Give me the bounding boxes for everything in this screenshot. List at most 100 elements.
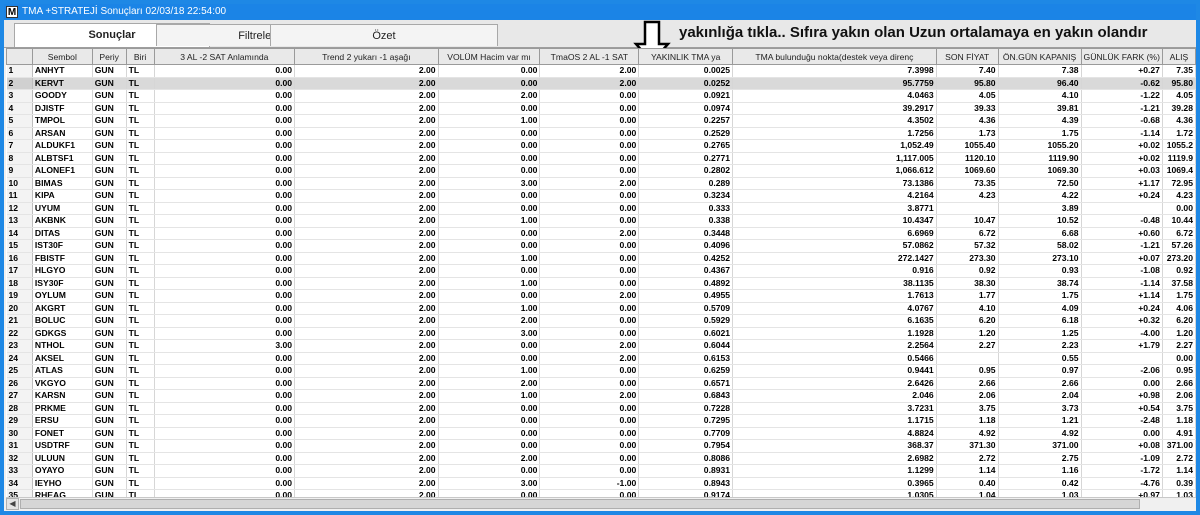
- table-row[interactable]: 5 TMPOL GUN TL 0.00 2.00 1.00 0.00 0.2257 4.3502 4…: [6, 114, 1196, 128]
- table-cell: 0.00: [154, 214, 296, 228]
- table-cell: 0.00: [539, 264, 640, 278]
- table-cell: TL: [126, 302, 155, 315]
- table-row[interactable]: 4 DJISTF GUN TL 0.00 2.00 0.00 0.00 0.0974 39.291…: [6, 102, 1196, 115]
- table-row[interactable]: 10 BIMAS GUN TL 0.00 2.00 3.00 2.00 0.289 73.1386…: [6, 177, 1196, 190]
- column-header[interactable]: VOLÜM Hacim var mı: [437, 48, 541, 65]
- table-cell: 0.00: [539, 439, 640, 453]
- table-cell: 10.4347: [732, 214, 937, 228]
- table-cell: 0.00: [154, 77, 296, 90]
- horizontal-scrollbar[interactable]: ◀: [6, 497, 1196, 510]
- column-header[interactable]: YAKINLIK TMA ya: [638, 48, 734, 65]
- table-cell: 1.00: [438, 277, 541, 290]
- column-header[interactable]: Periy: [91, 48, 127, 65]
- table-cell: ALONEF1: [32, 164, 93, 178]
- table-cell: 1.75: [998, 289, 1082, 303]
- table-cell: 0.00: [154, 489, 296, 497]
- table-cell: TL: [126, 364, 155, 378]
- table-cell: 0.00: [438, 102, 541, 115]
- table-cell: 0.7228: [638, 402, 734, 415]
- table-row[interactable]: 17 HLGYO GUN TL 0.00 2.00 0.00 0.00 0.4367 0.916 0…: [6, 264, 1196, 278]
- table-cell: TL: [126, 439, 155, 453]
- column-header[interactable]: Sembol: [31, 48, 93, 65]
- table-row[interactable]: 6 ARSAN GUN TL 0.00 2.00 0.00 0.00 0.2529 1.7256 1…: [6, 127, 1196, 140]
- scroll-left-icon[interactable]: ◀: [6, 498, 19, 510]
- table-row[interactable]: 27 KARSN GUN TL 0.00 2.00 1.00 2.00 0.6843 2.046 2…: [6, 389, 1196, 403]
- table-row[interactable]: 8 ALBTSF1 GUN TL 0.00 2.00 0.00 0.00 0.2771 1,117…: [6, 152, 1196, 165]
- table-row[interactable]: 1 ANHYT GUN TL 0.00 2.00 0.00 2.00 0.0025 7.3998 7…: [6, 64, 1196, 78]
- table-row[interactable]: 13 AKBNK GUN TL 0.00 2.00 1.00 0.00 0.338 10.4347…: [6, 214, 1196, 228]
- table-cell: 0.00: [154, 364, 296, 378]
- table-cell: 0.92: [936, 264, 999, 278]
- table-row[interactable]: 31 USDTRF GUN TL 0.00 2.00 0.00 0.00 0.7954 368.3…: [6, 439, 1196, 453]
- table-row[interactable]: 14 DITAS GUN TL 0.00 2.00 0.00 2.00 0.3448 6.6969…: [6, 227, 1196, 240]
- row-number: 22: [6, 327, 33, 340]
- table-row[interactable]: 9 ALONEF1 GUN TL 0.00 2.00 0.00 0.00 0.2802 1,066…: [6, 164, 1196, 178]
- table-row[interactable]: 21 BOLUC GUN TL 0.00 2.00 2.00 0.00 0.5929 6.1635…: [6, 314, 1196, 328]
- table-row[interactable]: 28 PRKME GUN TL 0.00 2.00 0.00 0.00 0.7228 3.7231…: [6, 402, 1196, 415]
- table-cell: 4.23: [936, 189, 999, 203]
- table-row[interactable]: 16 FBISTF GUN TL 0.00 2.00 1.00 0.00 0.4252 272.1…: [6, 252, 1196, 265]
- table-cell: 273.30: [936, 252, 999, 265]
- table-row[interactable]: 2 KERVT GUN TL 0.00 2.00 0.00 2.00 0.0252 95.7759…: [6, 77, 1196, 90]
- table-cell: 2.00: [294, 389, 439, 403]
- table-row[interactable]: 23 NTHOL GUN TL 3.00 2.00 0.00 2.00 0.6044 2.2564…: [6, 339, 1196, 353]
- row-number: 3: [6, 89, 33, 103]
- table-row[interactable]: 32 ULUUN GUN TL 0.00 2.00 2.00 0.00 0.8086 2.6982…: [6, 452, 1196, 465]
- table-row[interactable]: 24 AKSEL GUN TL 0.00 2.00 0.00 2.00 0.6153 0.5466…: [6, 352, 1196, 365]
- column-header[interactable]: TMA bulunduğu nokta(destek veya direnç: [732, 48, 937, 65]
- tab-ozet[interactable]: Özet: [270, 24, 498, 46]
- table-cell: TL: [126, 64, 155, 78]
- table-row[interactable]: 12 UYUM GUN TL 0.00 2.00 0.00 0.00 0.333 3.8771 3.…: [6, 202, 1196, 215]
- table-cell: TMPOL: [32, 114, 93, 128]
- table-row[interactable]: 34 IEYHO GUN TL 0.00 2.00 3.00 -1.00 0.8943 0.396…: [6, 477, 1196, 490]
- table-row[interactable]: 35 RHEAG GUN TL 0.00 2.00 0.00 0.00 0.9174 1.0305…: [6, 489, 1196, 497]
- table-cell: 95.80: [1162, 77, 1196, 90]
- table-cell: 1,052.49: [732, 139, 937, 153]
- table-cell: 2.75: [998, 452, 1082, 465]
- table-cell: 2.00: [294, 89, 439, 103]
- column-header[interactable]: TmaOS 2 AL -1 SAT: [539, 48, 640, 65]
- table-cell: GUN: [92, 252, 127, 265]
- table-cell: 4.0767: [732, 302, 937, 315]
- table-cell: -4.00: [1081, 327, 1163, 340]
- table-row[interactable]: 30 FONET GUN TL 0.00 2.00 0.00 0.00 0.7709 4.8824…: [6, 427, 1196, 440]
- table-row[interactable]: 19 OYLUM GUN TL 0.00 2.00 0.00 2.00 0.4955 1.7613…: [6, 289, 1196, 303]
- column-header[interactable]: [6, 48, 33, 65]
- table-cell: 2.00: [294, 314, 439, 328]
- table-cell: 1.14: [936, 464, 999, 478]
- column-header[interactable]: ALIŞ: [1161, 48, 1196, 65]
- table-cell: 2.00: [294, 127, 439, 140]
- row-number: 8: [6, 152, 33, 165]
- column-header[interactable]: ÖN.GÜN KAPANIŞ: [997, 48, 1082, 65]
- table-cell: 0.97: [998, 364, 1082, 378]
- column-header[interactable]: Trend 2 yukarı -1 aşağı: [294, 48, 439, 65]
- column-header[interactable]: GÜNLÜK FARK (%): [1080, 48, 1163, 65]
- table-row[interactable]: 33 OYAYO GUN TL 0.00 2.00 0.00 0.00 0.8931 1.1299…: [6, 464, 1196, 478]
- table-cell: 4.39: [998, 114, 1082, 128]
- table-row[interactable]: 3 GOODY GUN TL 0.00 2.00 2.00 0.00 0.0921 4.0463 4…: [6, 89, 1196, 103]
- table-row[interactable]: 29 ERSU GUN TL 0.00 2.00 0.00 0.00 0.7295 1.1715 1…: [6, 414, 1196, 428]
- scrollbar-thumb[interactable]: [20, 499, 1140, 509]
- table-cell: GUN: [92, 264, 127, 278]
- table-cell: 72.95: [1162, 177, 1196, 190]
- table-cell: 0.00: [539, 152, 640, 165]
- table-cell: 0.00: [154, 414, 296, 428]
- table-row[interactable]: 22 GDKGS GUN TL 0.00 2.00 3.00 0.00 0.6021 1.1928…: [6, 327, 1196, 340]
- row-number: 4: [6, 102, 33, 115]
- column-header[interactable]: SON FİYAT: [935, 48, 999, 65]
- table-row[interactable]: 15 IST30F GUN TL 0.00 2.00 0.00 0.00 0.4096 57.08…: [6, 239, 1196, 253]
- table-row[interactable]: 26 VKGYO GUN TL 0.00 2.00 2.00 0.00 0.6571 2.6426…: [6, 377, 1196, 390]
- table-row[interactable]: 7 ALDUKF1 GUN TL 0.00 2.00 0.00 0.00 0.2765 1,052…: [6, 139, 1196, 153]
- table-cell: 0.7954: [638, 439, 734, 453]
- table-row[interactable]: 25 ATLAS GUN TL 0.00 2.00 1.00 0.00 0.6259 0.9441…: [6, 364, 1196, 378]
- table-row[interactable]: 18 ISY30F GUN TL 0.00 2.00 1.00 0.00 0.4892 38.11…: [6, 277, 1196, 290]
- column-header[interactable]: 3 AL -2 SAT Anlamında: [153, 48, 296, 65]
- table-cell: 4.10: [998, 89, 1082, 103]
- table-cell: 0.00: [154, 464, 296, 478]
- table-cell: 0.00: [539, 427, 640, 440]
- column-header[interactable]: Biri: [125, 48, 155, 65]
- table-row[interactable]: 20 AKGRT GUN TL 0.00 2.00 1.00 0.00 0.5709 4.0767…: [6, 302, 1196, 315]
- results-grid[interactable]: Sembol Periy Biri 3 AL -2 SAT Anlamında Tren…: [6, 48, 1196, 497]
- table-row[interactable]: 11 KIPA GUN TL 0.00 2.00 0.00 0.00 0.3234 4.2164 4…: [6, 189, 1196, 203]
- table-cell: 0.00: [154, 439, 296, 453]
